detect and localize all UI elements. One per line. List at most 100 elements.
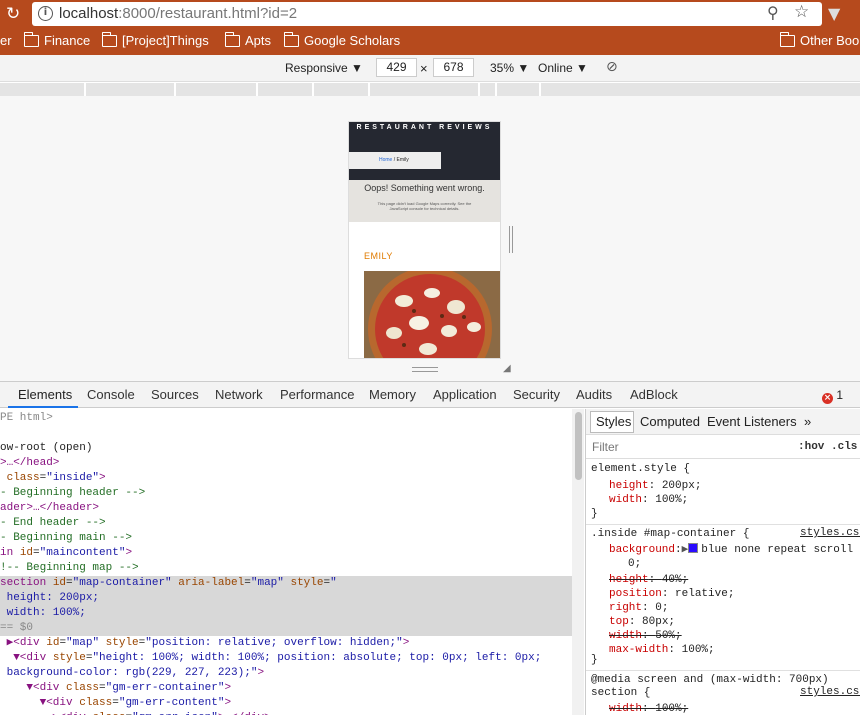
style-declaration[interactable]: max-width: 100%; [609,643,715,658]
dom-node[interactable]: - End header --> [0,516,572,531]
dom-node[interactable] [0,426,572,441]
ruler-segment[interactable] [312,83,368,96]
style-declaration[interactable]: top: 80px; [609,615,675,630]
bookmark-star-icon[interactable]: ☆ [794,2,809,22]
style-declaration[interactable]: height: 200px; [609,479,701,494]
more-tabs-icon[interactable]: » [804,414,811,429]
ruler-segment[interactable] [539,83,860,96]
style-declaration[interactable]: background:▶ blue none repeat scroll [609,543,853,558]
media-query-ruler[interactable] [0,83,860,96]
styles-tab-bar: Styles Computed Event Listeners » [586,409,860,435]
dom-node-selected[interactable]: section id="map-container" aria-label="m… [0,576,572,591]
tab-adblock[interactable]: AdBlock [630,387,678,402]
dom-node[interactable]: in id="maincontent"> [0,546,572,561]
dom-node[interactable]: >…</head> [0,456,572,471]
dom-node[interactable]: ▶<div id="map" style="position: relative… [0,636,572,651]
source-link[interactable]: styles.css [800,527,860,539]
color-swatch[interactable] [688,543,699,553]
omnibox[interactable]: i localhost:8000/restaurant.html?id=2 ⚲ … [32,2,822,26]
ruler-segment[interactable] [84,83,174,96]
ruler-segment[interactable] [256,83,312,96]
tab-elements[interactable]: Elements [18,387,72,402]
dom-token [0,427,7,439]
height-resize-handle[interactable] [509,226,513,253]
dom-node-selected[interactable]: height: 200px; [0,591,572,606]
property-value: relative; [675,588,735,600]
reload-icon[interactable]: ↻ [6,4,26,24]
network-dropdown[interactable]: Online ▼ [538,61,588,75]
style-declaration[interactable]: width: 50%; [609,629,682,644]
dom-node-selected[interactable]: == $0 [0,621,572,636]
bookmark-project-things[interactable]: [Project]Things [101,31,209,48]
info-icon[interactable]: i [38,6,53,21]
tab-console[interactable]: Console [87,387,135,402]
style-declaration[interactable]: width: 100%; [609,702,688,715]
ruler-segment[interactable] [495,83,539,96]
dom-node[interactable]: ▼<div class="gm-err-content"> [0,696,572,711]
rotate-icon[interactable]: ⊘ [606,59,618,75]
zoom-icon[interactable]: ⚲ [767,3,779,22]
dom-node[interactable]: ▶<div class="gm-err-icon">…</div> [0,711,572,715]
style-declaration[interactable]: position: relative; [609,587,734,602]
tab-computed[interactable]: Computed [640,414,700,429]
zoom-dropdown[interactable]: 35% ▼ [490,61,529,75]
expand-arrow-icon[interactable]: ▶ [682,544,689,556]
bookmark-google-scholars[interactable]: Google Scholars [283,31,400,48]
elements-panel[interactable]: PE html> ow-root (open) >…</head> class="… [0,409,572,715]
tab-security[interactable]: Security [513,387,560,402]
breadcrumb-home-link[interactable]: Home [379,157,392,163]
dom-node[interactable]: PE html> [0,411,572,426]
dom-node[interactable]: ow-root (open) [0,441,572,456]
style-declaration[interactable]: height: 40%; [609,573,688,588]
tab-memory[interactable]: Memory [369,387,416,402]
tab-audits[interactable]: Audits [576,387,612,402]
dom-token: ▼<div [0,697,80,709]
dom-token: "position: relative; overflow: hidden;" [145,637,403,649]
dom-node[interactable]: - Beginning main --> [0,531,572,546]
map-error-description: This page didn't load Google Maps correc… [377,201,472,211]
device-frame[interactable]: RESTAURANT REVIEWS Home / Emily Oops! So… [349,122,500,358]
pizza-image [364,267,500,358]
width-input[interactable]: 429 [376,58,417,77]
height-input[interactable]: 678 [433,58,474,77]
error-counter[interactable]: × 1 [822,388,843,404]
bookmark-apts[interactable]: Apts [224,31,271,48]
tab-network[interactable]: Network [215,387,263,402]
source-link[interactable]: styles.css [800,686,860,698]
elements-scrollbar-thumb[interactable] [575,412,582,480]
bookmark-other[interactable]: Other Boo [779,31,859,48]
property-name: right [609,602,643,614]
dom-node[interactable]: ▼<div style="height: 100%; width: 100%; … [0,651,572,666]
dom-node[interactable]: !-- Beginning map --> [0,561,572,576]
extension-icon[interactable]: ▼ [828,4,840,23]
hov-cls-toggles[interactable]: :hov .cls [798,441,857,453]
site-title[interactable]: RESTAURANT REVIEWS [349,124,500,131]
ruler-segment[interactable] [478,83,495,96]
dom-node[interactable]: - Beginning header --> [0,486,572,501]
style-declaration[interactable]: width: 100%; [609,493,688,508]
ruler-segment[interactable] [368,83,478,96]
tab-styles[interactable]: Styles [596,414,631,429]
dom-token: - End header --> [0,517,106,529]
bookmark-partial[interactable]: er [0,33,12,48]
corner-resize-icon[interactable]: ◢ [503,363,511,374]
breadcrumb: Home / Emily [349,152,441,169]
responsive-dropdown[interactable]: Responsive ▼ [285,61,363,75]
dom-node-selected[interactable]: width: 100%; [0,606,572,621]
tab-application[interactable]: Application [433,387,497,402]
dom-node[interactable]: ader>…</header> [0,501,572,516]
filter-input[interactable]: Filter [592,440,619,454]
tab-sources[interactable]: Sources [151,387,199,402]
dom-token: "height: 100%; width: 100%; position: ab… [92,652,542,664]
dom-node[interactable]: class="inside"> [0,471,572,486]
url-text[interactable]: localhost:8000/restaurant.html?id=2 [59,5,297,22]
width-resize-handle[interactable] [412,367,438,372]
bookmark-finance[interactable]: Finance [23,31,90,48]
ruler-segment[interactable] [174,83,256,96]
style-declaration[interactable]: right: 0; [609,601,668,616]
dom-node[interactable]: ▼<div class="gm-err-container"> [0,681,572,696]
dom-node[interactable]: background-color: rgb(229, 227, 223);"> [0,666,572,681]
styles-filter[interactable]: Filter :hov .cls [586,436,860,459]
tab-performance[interactable]: Performance [280,387,354,402]
tab-event-listeners[interactable]: Event Listeners [707,414,797,429]
